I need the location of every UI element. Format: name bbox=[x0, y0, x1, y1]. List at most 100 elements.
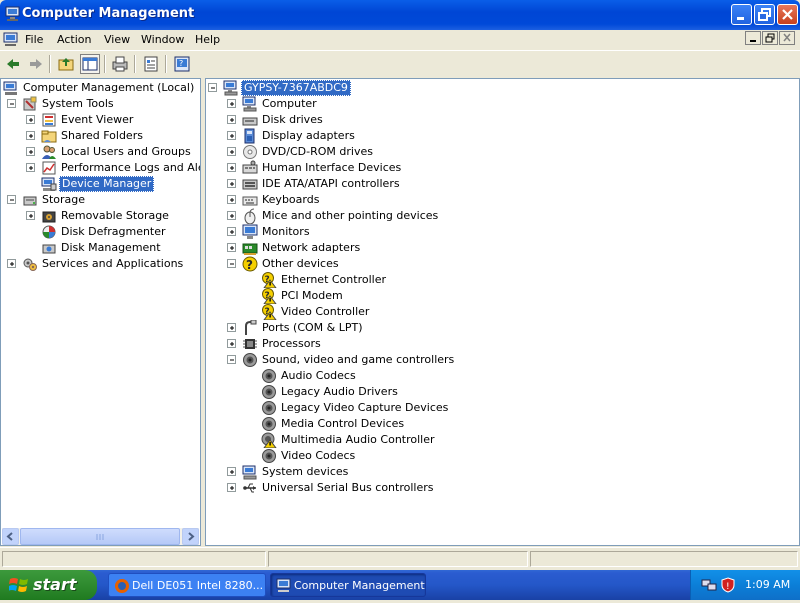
collapse-button[interactable] bbox=[7, 99, 16, 108]
expand-button[interactable] bbox=[26, 147, 35, 156]
tree-item[interactable]: Device Manager bbox=[1, 176, 200, 192]
collapse-button[interactable] bbox=[208, 83, 217, 92]
tree-item[interactable]: Disk drives bbox=[206, 112, 799, 128]
window-titlebar[interactable]: Computer Management bbox=[0, 0, 800, 30]
security-alert-icon[interactable]: ! bbox=[720, 577, 736, 596]
expand-button[interactable] bbox=[227, 131, 236, 140]
expand-button[interactable] bbox=[26, 131, 35, 140]
menu-help[interactable]: Help bbox=[195, 33, 220, 46]
expand-button[interactable] bbox=[227, 243, 236, 252]
tree-item[interactable]: Multimedia Audio Controller bbox=[206, 432, 799, 449]
tree-item[interactable]: Network adapters bbox=[206, 240, 799, 256]
device-tree-pane[interactable]: GYPSY-7367ABDC9 Computer Disk drives Displa… bbox=[205, 78, 800, 546]
expand-button[interactable] bbox=[227, 179, 236, 188]
menu-view[interactable]: View bbox=[104, 33, 130, 46]
mdi-close-button[interactable] bbox=[779, 31, 795, 45]
taskbar-button-label: Dell DE051 Intel 8280... bbox=[132, 579, 264, 592]
tree-item[interactable]: Local Users and Groups bbox=[1, 144, 200, 160]
tree-item[interactable]: ? Other devices bbox=[206, 256, 799, 272]
collapse-button[interactable] bbox=[227, 259, 236, 268]
tree-item[interactable]: Ports (COM & LPT) bbox=[206, 319, 799, 336]
horizontal-scrollbar[interactable] bbox=[2, 528, 199, 545]
tree-item[interactable]: System devices bbox=[206, 464, 799, 480]
tree-item[interactable]: Media Control Devices bbox=[206, 416, 799, 432]
expand-button[interactable] bbox=[26, 115, 35, 124]
expand-button[interactable] bbox=[227, 99, 236, 108]
menu-window[interactable]: Window bbox=[141, 33, 184, 46]
scroll-right-button[interactable] bbox=[182, 528, 199, 545]
tree-item[interactable]: Keyboards bbox=[206, 192, 799, 208]
collapse-button[interactable] bbox=[7, 195, 16, 204]
expand-button[interactable] bbox=[26, 211, 35, 220]
tree-item[interactable]: Services and Applications bbox=[1, 256, 200, 272]
tree-item[interactable]: Event Viewer bbox=[1, 112, 200, 128]
minimize-button[interactable] bbox=[731, 4, 752, 25]
tree-item[interactable]: Disk Defragmenter bbox=[1, 224, 200, 240]
computer-management-icon[interactable] bbox=[3, 32, 19, 50]
help-button[interactable]: ? bbox=[172, 54, 192, 74]
menu-file[interactable]: File bbox=[25, 33, 43, 46]
close-button[interactable] bbox=[777, 4, 798, 25]
expand-button[interactable] bbox=[227, 163, 236, 172]
expand-button[interactable] bbox=[227, 195, 236, 204]
up-one-level-button[interactable] bbox=[56, 54, 76, 74]
tree-item[interactable]: IDE ATA/ATAPI controllers bbox=[206, 176, 799, 192]
mdi-restore-button[interactable] bbox=[762, 31, 778, 45]
start-button[interactable]: start bbox=[0, 570, 97, 600]
restore-button[interactable] bbox=[754, 4, 775, 25]
tree-item[interactable]: Disk Management bbox=[1, 240, 200, 256]
menu-action[interactable]: Action bbox=[57, 33, 91, 46]
tree-item[interactable]: Display adapters bbox=[206, 128, 799, 144]
tree-item[interactable]: Processors bbox=[206, 336, 799, 352]
expand-button[interactable] bbox=[227, 467, 236, 476]
tree-item[interactable]: Computer Management (Local) bbox=[1, 80, 200, 96]
tree-item[interactable]: Mice and other pointing devices bbox=[206, 208, 799, 225]
tree-item[interactable]: GYPSY-7367ABDC9 bbox=[206, 80, 799, 96]
tree-item[interactable]: DVD/CD-ROM drives bbox=[206, 144, 799, 160]
expand-button[interactable] bbox=[26, 163, 35, 172]
tree-item[interactable]: ? PCI Modem bbox=[206, 288, 799, 305]
tree-item[interactable]: System Tools bbox=[1, 96, 200, 112]
console-tree-pane[interactable]: Computer Management (Local) System Tools E… bbox=[0, 78, 201, 546]
tree-item[interactable]: Audio Codecs bbox=[206, 368, 799, 384]
collapse-button[interactable] bbox=[227, 355, 236, 364]
tree-item[interactable]: Video Codecs bbox=[206, 448, 799, 464]
tree-item-label: Mice and other pointing devices bbox=[262, 209, 439, 222]
tree-item-label: Device Manager bbox=[59, 176, 155, 192]
tree-item-label: Shared Folders bbox=[61, 129, 143, 142]
tree-item[interactable]: Monitors bbox=[206, 224, 799, 240]
show-hide-console-tree-button[interactable] bbox=[80, 54, 100, 74]
tree-item[interactable]: Storage bbox=[1, 192, 200, 208]
tree-item[interactable]: Shared Folders bbox=[1, 128, 200, 144]
tree-item[interactable]: Computer bbox=[206, 96, 799, 112]
tree-item[interactable]: ? Ethernet Controller bbox=[206, 272, 799, 289]
tree-item[interactable]: Legacy Video Capture Devices bbox=[206, 400, 799, 416]
taskbar-button-browser[interactable]: Dell DE051 Intel 8280... bbox=[108, 573, 266, 597]
mdi-minimize-button[interactable] bbox=[745, 31, 761, 45]
forward-button[interactable] bbox=[26, 54, 46, 74]
scroll-thumb[interactable] bbox=[20, 528, 180, 545]
expand-button[interactable] bbox=[227, 147, 236, 156]
expand-button[interactable] bbox=[227, 211, 236, 220]
print-button[interactable] bbox=[110, 54, 130, 74]
properties-button[interactable] bbox=[141, 54, 161, 74]
expand-button[interactable] bbox=[7, 259, 16, 268]
tree-item[interactable]: Human Interface Devices bbox=[206, 160, 799, 176]
tree-item[interactable]: Performance Logs and Alerts bbox=[1, 160, 200, 176]
tree-item-label: Video Controller bbox=[281, 305, 370, 318]
tree-item-label: Keyboards bbox=[262, 193, 320, 206]
tree-item[interactable]: Sound, video and game controllers bbox=[206, 352, 799, 368]
tree-item[interactable]: Legacy Audio Drivers bbox=[206, 384, 799, 400]
expand-button[interactable] bbox=[227, 227, 236, 236]
tree-item[interactable]: Universal Serial Bus controllers bbox=[206, 480, 799, 496]
tree-item[interactable]: Removable Storage bbox=[1, 208, 200, 224]
expand-button[interactable] bbox=[227, 339, 236, 348]
scroll-left-button[interactable] bbox=[2, 528, 19, 545]
taskbar-button-computer-management[interactable]: Computer Management bbox=[270, 573, 426, 597]
expand-button[interactable] bbox=[227, 323, 236, 332]
expand-button[interactable] bbox=[227, 483, 236, 492]
expand-button[interactable] bbox=[227, 115, 236, 124]
network-status-icon[interactable] bbox=[701, 577, 717, 596]
tree-item[interactable]: ? Video Controller bbox=[206, 304, 799, 321]
back-button[interactable] bbox=[3, 54, 23, 74]
